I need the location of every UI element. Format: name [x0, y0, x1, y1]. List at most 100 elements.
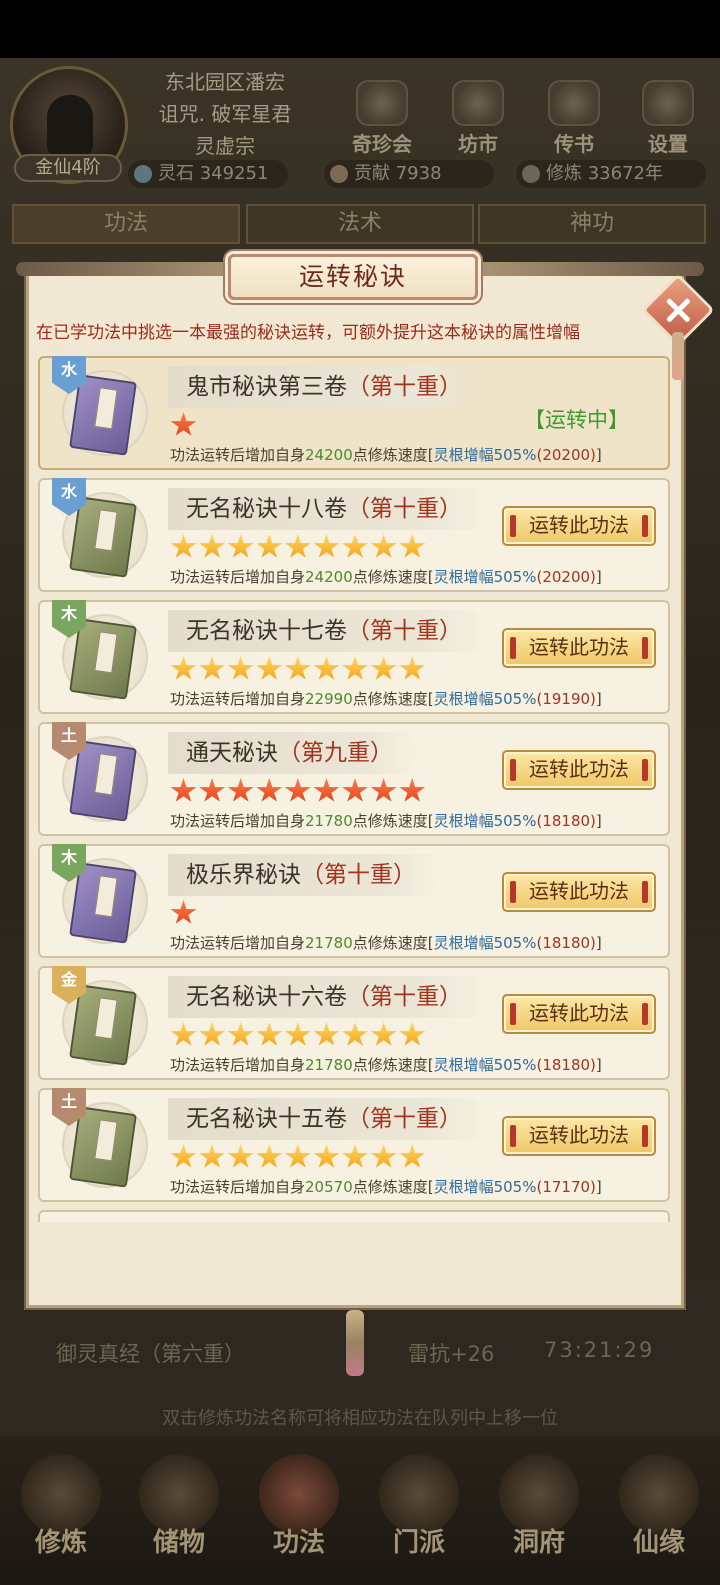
cultivation-counter: 修炼 33672年 [516, 160, 706, 188]
star-icon [313, 1144, 340, 1168]
info-prefix: 功法运转后增加自身 [170, 690, 306, 708]
boost-text: 灵根增幅505% [433, 446, 537, 464]
boost-text: 灵根增幅505% [433, 568, 537, 586]
secret-level: （第十重） [347, 496, 462, 522]
secret-card[interactable]: 金无名秘诀十六卷（第十重） 功法运转后增加自身21780点修炼速度[灵根增幅505… [38, 966, 670, 1080]
treasure-auction-button[interactable]: 奇珍会 [342, 80, 422, 170]
total-value: (18180) [536, 934, 596, 952]
info-mid: 点修炼速度[ [352, 1056, 434, 1074]
secret-card[interactable]: 木极乐界秘诀（第十重） 功法运转后增加自身21780点修炼速度[灵根增幅505%(… [38, 844, 670, 958]
tab-bar: 功法 法术 神功 [12, 204, 710, 244]
nav-chuwu[interactable]: 储物 [124, 1454, 234, 1574]
realm-badge: 金仙4阶 [14, 154, 122, 182]
nav-gongfa[interactable]: 功法 [244, 1454, 354, 1574]
nav-gongfa-label: 功法 [272, 1528, 325, 1558]
total-value: (17170) [536, 1178, 596, 1196]
total-value: (19190) [536, 690, 596, 708]
spirit-stone-counter: 灵石 349251 [128, 160, 288, 188]
star-icon [342, 534, 369, 558]
tab-gongfa[interactable]: 功法 [12, 204, 240, 244]
secret-name-plate: 通天秘诀（第九重） [168, 732, 419, 774]
secret-card[interactable]: 土无名秘诀十五卷（第十重） 功法运转后增加自身20570点修炼速度[灵根增幅505… [38, 1088, 670, 1202]
star-icon [256, 778, 283, 802]
secret-info: 功法运转后增加自身24200点修炼速度[灵根增幅505%(20200)] [170, 566, 602, 587]
info-prefix: 功法运转后增加自身 [170, 568, 306, 586]
book-label [94, 875, 118, 918]
secret-level: （第十重） [347, 984, 462, 1010]
star-icon [399, 534, 426, 558]
secret-card-partial[interactable] [38, 1210, 670, 1222]
speed-value: 22990 [305, 690, 353, 708]
star-rating [170, 412, 199, 438]
secret-card[interactable]: 水无名秘诀十八卷（第十重） 功法运转后增加自身24200点修炼速度[灵根增幅505… [38, 478, 670, 592]
secret-level: （第十重） [347, 1106, 462, 1132]
secret-name-plate: 无名秘诀十八卷（第十重） [168, 488, 488, 530]
nav-xiulian[interactable]: 修炼 [6, 1454, 116, 1574]
info-mid: 点修炼速度[ [352, 446, 434, 464]
nav-dongfu-label: 洞府 [512, 1528, 565, 1558]
star-icon [399, 656, 426, 680]
star-icon [199, 656, 226, 680]
nav-dongfu[interactable]: 洞府 [484, 1454, 594, 1574]
star-icon [370, 1022, 397, 1046]
star-icon [399, 778, 426, 802]
nav-menpai[interactable]: 门派 [364, 1454, 474, 1574]
run-technique-button[interactable]: 运转此功法 [502, 628, 656, 668]
bell-pendant-icon [346, 1310, 364, 1376]
modal-title-plate: 运转秘诀 [228, 254, 478, 300]
total-value: (18180) [536, 1056, 596, 1074]
tab-fashu[interactable]: 法术 [246, 204, 474, 244]
star-icon [227, 778, 254, 802]
total-value: (18180) [536, 812, 596, 830]
gear-icon [642, 80, 694, 126]
star-icon [170, 1144, 197, 1168]
market-button[interactable]: 坊市 [438, 80, 518, 170]
info-suffix: ] [595, 1056, 602, 1074]
speed-value: 24200 [305, 446, 353, 464]
star-icon [199, 778, 226, 802]
book-label [94, 509, 118, 552]
run-technique-button[interactable]: 运转此功法 [502, 506, 656, 546]
secret-name: 无名秘诀十八卷 [186, 496, 347, 522]
boost-text: 灵根增幅505% [433, 934, 537, 952]
star-rating [170, 778, 427, 804]
book-label [94, 997, 118, 1040]
tab-shengong[interactable]: 神功 [478, 204, 706, 244]
star-icon [284, 1144, 311, 1168]
run-technique-button[interactable]: 运转此功法 [502, 994, 656, 1034]
star-icon [199, 1144, 226, 1168]
spirit-stone-label: 灵石 [158, 163, 194, 184]
run-technique-button[interactable]: 运转此功法 [502, 872, 656, 912]
secret-info: 功法运转后增加自身21780点修炼速度[灵根增幅505%(18180)] [170, 932, 602, 953]
nav-xianyuan[interactable]: 仙缘 [604, 1454, 714, 1574]
secret-info: 功法运转后增加自身21780点修炼速度[灵根增幅505%(18180)] [170, 810, 602, 831]
boost-text: 灵根增幅505% [433, 812, 537, 830]
market-label: 坊市 [458, 132, 498, 156]
secret-info: 功法运转后增加自身22990点修炼速度[灵根增幅505%(19190)] [170, 688, 602, 709]
star-icon [199, 1022, 226, 1046]
info-mid: 点修炼速度[ [352, 690, 434, 708]
star-icon [313, 534, 340, 558]
info-suffix: ] [595, 690, 602, 708]
secret-list[interactable]: 水鬼市秘诀第三卷（第十重） 功法运转后增加自身24200点修炼速度[灵根增幅505… [38, 356, 670, 1222]
star-icon [170, 778, 197, 802]
settings-button[interactable]: 设置 [628, 80, 708, 170]
run-technique-button[interactable]: 运转此功法 [502, 750, 656, 790]
secret-card[interactable]: 木无名秘诀十七卷（第十重） 功法运转后增加自身22990点修炼速度[灵根增幅505… [38, 600, 670, 714]
book-label [94, 387, 118, 430]
mail-button[interactable]: 传书 [534, 80, 614, 170]
star-rating [170, 1022, 427, 1048]
star-icon [370, 534, 397, 558]
star-icon [342, 778, 369, 802]
secret-card[interactable]: 土通天秘诀（第九重） 功法运转后增加自身21780点修炼速度[灵根增幅505%(1… [38, 722, 670, 836]
run-technique-button[interactable]: 运转此功法 [502, 1116, 656, 1156]
boost-text: 灵根增幅505% [433, 1178, 537, 1196]
secret-card[interactable]: 水鬼市秘诀第三卷（第十重） 功法运转后增加自身24200点修炼速度[灵根增幅505… [38, 356, 670, 470]
modal-title: 运转秘诀 [298, 262, 407, 291]
info-prefix: 功法运转后增加自身 [170, 934, 306, 952]
star-icon [399, 1022, 426, 1046]
star-icon [256, 534, 283, 558]
star-icon [170, 1022, 197, 1046]
secret-name-plate: 无名秘诀十六卷（第十重） [168, 976, 488, 1018]
secret-level: （第十重） [347, 374, 462, 400]
